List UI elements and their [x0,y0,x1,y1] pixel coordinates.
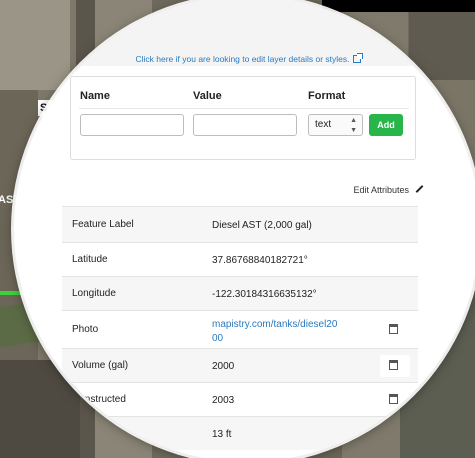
format-column-header: Format [308,90,346,102]
add-attribute-form: Name Value Format text ▲ ▼ Add [70,76,416,160]
attribute-key: Longitude [72,288,116,299]
trash-icon[interactable] [389,394,398,404]
edit-attributes-button[interactable]: Edit Attributes [353,185,424,195]
name-column-header: Name [80,90,110,102]
format-select-value: text [315,119,332,130]
attribute-value: -122.30184316635132° [212,289,317,300]
attribute-value: 2000 [212,361,235,372]
attribute-row: Volume (gal) 2000 [62,348,418,382]
add-attribute-button[interactable]: Add [369,114,403,136]
magnifier-lens: Click here if you are looking to edit la… [14,0,475,458]
attribute-value: 37.86768840182721° [212,255,308,266]
attribute-row: Feature Label Diesel AST (2,000 gal) [62,206,418,242]
attribute-key: Photo [72,324,99,335]
select-arrows-icon: ▲ ▼ [350,117,357,134]
format-select[interactable]: text ▲ ▼ [308,114,363,136]
header-divider [79,108,409,109]
attributes-table: Feature Label Diesel AST (2,000 gal) Latit… [62,206,418,450]
attribute-key: Constructed [72,394,126,405]
attribute-value-input[interactable] [193,114,297,136]
edit-layer-link-text[interactable]: Click here if you are looking to edit la… [135,54,349,64]
attribute-row: Constructed 2003 [62,382,418,416]
attribute-key: Feature Label [72,219,134,230]
trash-icon[interactable] [389,360,398,370]
attributes-panel: Click here if you are looking to edit la… [62,0,438,458]
attribute-key: Latitude [72,254,108,265]
attribute-value: 2003 [212,395,235,406]
edit-attributes-label: Edit Attributes [353,185,409,195]
attribute-row: Latitude 37.86768840182721° [62,242,418,276]
value-column-header: Value [193,90,222,102]
attribute-row: Longitude -122.30184316635132° [62,276,418,310]
trash-icon[interactable] [389,324,398,334]
attribute-value: Diesel AST (2,000 gal) [212,220,312,231]
attribute-row: Photo mapistry.com/tanks/diesel2000 [62,310,418,348]
attribute-value: 13 ft [212,429,232,440]
attribute-key: Volume (gal) [72,360,129,371]
attribute-name-input[interactable] [80,114,184,136]
external-link-icon [352,53,363,63]
attribute-row: 13 ft [62,416,418,450]
edit-layer-link[interactable]: Click here if you are looking to edit la… [68,53,428,64]
attribute-value-link[interactable]: mapistry.com/tanks/diesel2000 [212,318,340,346]
pencil-icon [415,185,424,193]
